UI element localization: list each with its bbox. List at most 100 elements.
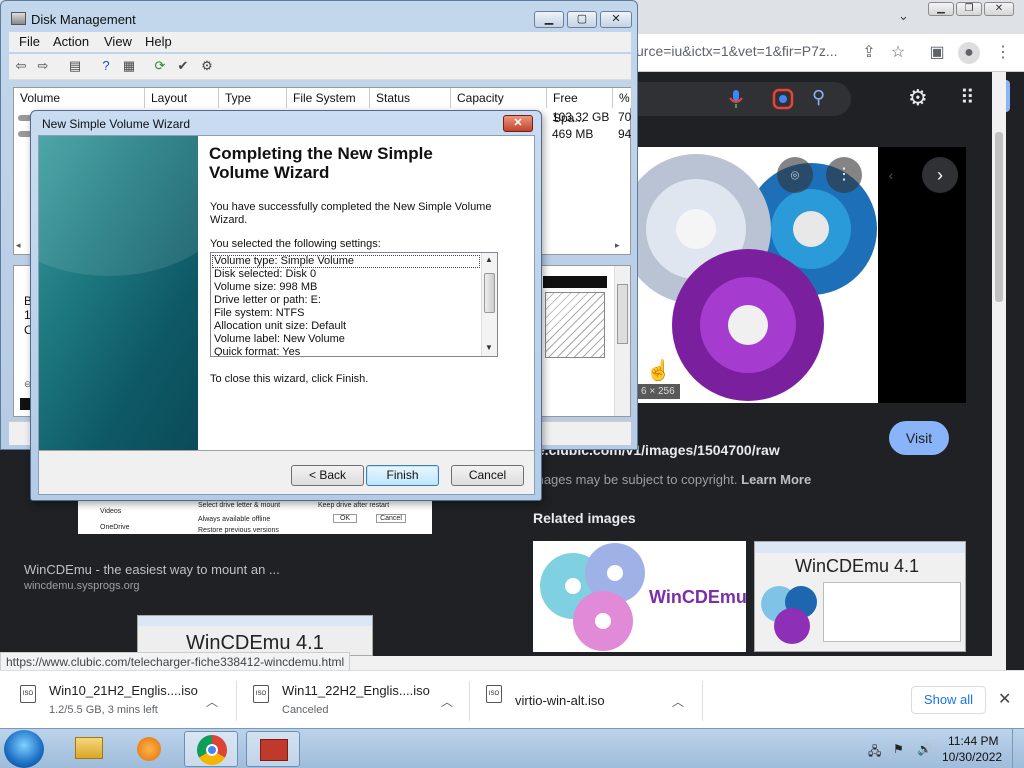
url-text[interactable]: urce=iu&ictx=1&vet=1&fir=P7z... — [636, 43, 838, 59]
column-header-type[interactable]: Type — [219, 88, 287, 108]
menu-file[interactable]: File — [19, 34, 40, 49]
wizard-heading-line2: Volume Wizard — [209, 163, 330, 182]
thumb-line-restore: Restore previous versions — [198, 527, 279, 534]
setting-disk-selected: Disk selected: Disk 0 — [214, 268, 317, 280]
next-image-icon[interactable]: › — [922, 157, 958, 193]
finish-button[interactable]: Finish — [366, 465, 439, 486]
restore-button[interactable]: ❐ — [956, 2, 982, 16]
chevron-up-icon[interactable]: ︿ — [672, 693, 684, 710]
thumb-bot-titlebar — [138, 616, 372, 626]
scroll-thumb[interactable] — [617, 284, 628, 344]
related-image-2[interactable]: WinCDEmu 4.1 — [754, 541, 966, 652]
volume-icon[interactable]: 🔊 — [917, 742, 932, 756]
minimize-button[interactable]: ▁ — [928, 2, 954, 16]
close-button[interactable]: ✕ — [984, 2, 1014, 16]
clock-date[interactable]: 10/30/2022 — [942, 750, 1002, 764]
settings-scrollbar[interactable]: ▲ ▼ — [481, 253, 497, 356]
prev-image-icon[interactable]: ‹ — [876, 160, 906, 190]
scroll-down-icon[interactable]: ▼ — [485, 343, 493, 352]
back-arrow-icon[interactable]: ⇦ — [13, 58, 29, 74]
check-disk-icon[interactable]: ✔ — [175, 58, 191, 74]
maximize-button[interactable]: ▢ — [567, 11, 597, 28]
lens-search-icon[interactable]: ⌾ — [777, 157, 813, 193]
result-title[interactable]: WinCDEmu - the easiest way to mount an .… — [24, 562, 280, 577]
download-status: Canceled — [282, 704, 329, 716]
result-thumbnail-2[interactable]: WinCDEmu 4.1 — [137, 615, 373, 656]
divider — [39, 450, 534, 451]
flag-alert-icon[interactable]: ⚑ — [893, 742, 907, 756]
window-title: Disk Management — [31, 12, 136, 27]
lens-icon[interactable] — [772, 88, 794, 110]
refresh-icon[interactable]: ⟳ — [152, 58, 168, 74]
column-header-free-space[interactable]: Free Spa... — [547, 88, 613, 125]
partition-block[interactable] — [545, 292, 605, 358]
console-tree-icon[interactable]: ▤ — [67, 58, 83, 74]
thumb-line-onedrive: OneDrive — [100, 524, 130, 531]
settings-icon[interactable]: ⚙ — [199, 58, 215, 74]
page-scrollbar-vertical[interactable] — [992, 72, 1006, 656]
column-header-volume[interactable]: Volume — [14, 88, 145, 108]
menu-help[interactable]: Help — [145, 34, 172, 49]
apps-grid-icon[interactable]: ⠿ — [960, 85, 975, 110]
status-bubble-url: https://www.clubic.com/telecharger-fiche… — [0, 652, 351, 672]
minimize-button[interactable]: ▁ — [534, 11, 564, 28]
profile-avatar-icon[interactable]: ● — [958, 42, 980, 64]
more-options-icon[interactable]: ⋮ — [826, 157, 862, 193]
related-image-1[interactable]: WinCDEmu — [533, 541, 746, 652]
show-desktop-button[interactable] — [1012, 729, 1024, 768]
chevron-up-icon[interactable]: ︿ — [441, 693, 453, 710]
search-icon[interactable]: ⚲ — [812, 87, 834, 109]
start-button[interactable] — [4, 730, 44, 768]
lower-scrollbar[interactable] — [614, 266, 630, 416]
menu-action[interactable]: Action — [53, 34, 89, 49]
chevron-up-icon[interactable]: ︿ — [206, 693, 218, 710]
image-dimensions: 6 × 256 — [636, 384, 680, 399]
learn-more-link[interactable]: Learn More — [741, 472, 811, 487]
column-header-file-system[interactable]: File System — [287, 88, 370, 108]
scroll-left-icon[interactable]: ◂ — [16, 240, 21, 251]
scroll-up-icon[interactable]: ▲ — [485, 255, 493, 264]
result-site[interactable]: wincdemu.sysprogs.org — [24, 580, 140, 592]
properties-icon[interactable]: ▦ — [121, 58, 137, 74]
free-space-cell: 103.32 GB — [552, 110, 610, 124]
settings-gear-icon[interactable]: ⚙ — [908, 85, 928, 111]
close-button[interactable]: ✕ — [503, 115, 533, 132]
wizard-side-banner — [39, 136, 198, 450]
setting-volume-label: Volume label: New Volume — [214, 333, 345, 345]
tab-search-chevron-icon[interactable]: ⌄ — [898, 8, 909, 24]
back-button[interactable]: < Back — [291, 465, 364, 486]
scroll-thumb[interactable] — [995, 132, 1003, 302]
media-player-taskbar-icon[interactable] — [122, 731, 176, 767]
more-menu-icon[interactable]: ⋮ — [992, 42, 1014, 64]
column-header-status[interactable]: Status — [370, 88, 451, 108]
settings-listbox[interactable]: Volume type: Simple Volume Disk selected… — [210, 252, 498, 357]
network-icon[interactable]: 🖧 — [868, 742, 882, 758]
cancel-button[interactable]: Cancel — [451, 465, 524, 486]
column-header-percent[interactable]: % — [613, 88, 632, 108]
column-header-capacity[interactable]: Capacity — [451, 88, 547, 108]
hand-cursor-icon: ☝ — [646, 360, 671, 382]
forward-arrow-icon[interactable]: ⇨ — [35, 58, 51, 74]
bookmark-star-icon[interactable]: ☆ — [887, 42, 909, 64]
share-icon[interactable]: ⇪ — [858, 42, 880, 64]
explorer-taskbar-icon[interactable] — [62, 731, 116, 767]
scroll-right-icon[interactable]: ▸ — [615, 240, 620, 251]
help-icon[interactable]: ? — [98, 58, 114, 74]
scroll-thumb[interactable] — [484, 273, 495, 313]
close-icon[interactable]: ✕ — [998, 689, 1011, 709]
download-item[interactable]: ISO Win10_21H2_Englis....iso 1.2/5.5 GB,… — [20, 677, 230, 723]
show-all-button[interactable]: Show all — [911, 686, 986, 714]
mic-icon[interactable] — [727, 88, 745, 110]
menu-view[interactable]: View — [104, 34, 132, 49]
chrome-taskbar-icon[interactable] — [184, 731, 238, 767]
download-item[interactable]: ISO virtio-win-alt.iso ︿ — [486, 677, 696, 723]
visit-button[interactable]: Visit — [889, 421, 949, 455]
clock-time[interactable]: 11:44 PM — [948, 734, 998, 748]
side-panel-icon[interactable]: ▣ — [926, 42, 948, 64]
download-name: Win11_22H2_Englis....iso — [282, 683, 430, 698]
column-header-layout[interactable]: Layout — [145, 88, 219, 108]
disk-management-taskbar-icon[interactable] — [246, 731, 300, 767]
close-button[interactable]: ✕ — [600, 11, 632, 28]
download-item[interactable]: ISO Win11_22H2_Englis....iso Canceled ︿ — [253, 677, 463, 723]
result-thumbnail[interactable]: Videos OneDrive Select drive letter & mo… — [78, 500, 432, 534]
